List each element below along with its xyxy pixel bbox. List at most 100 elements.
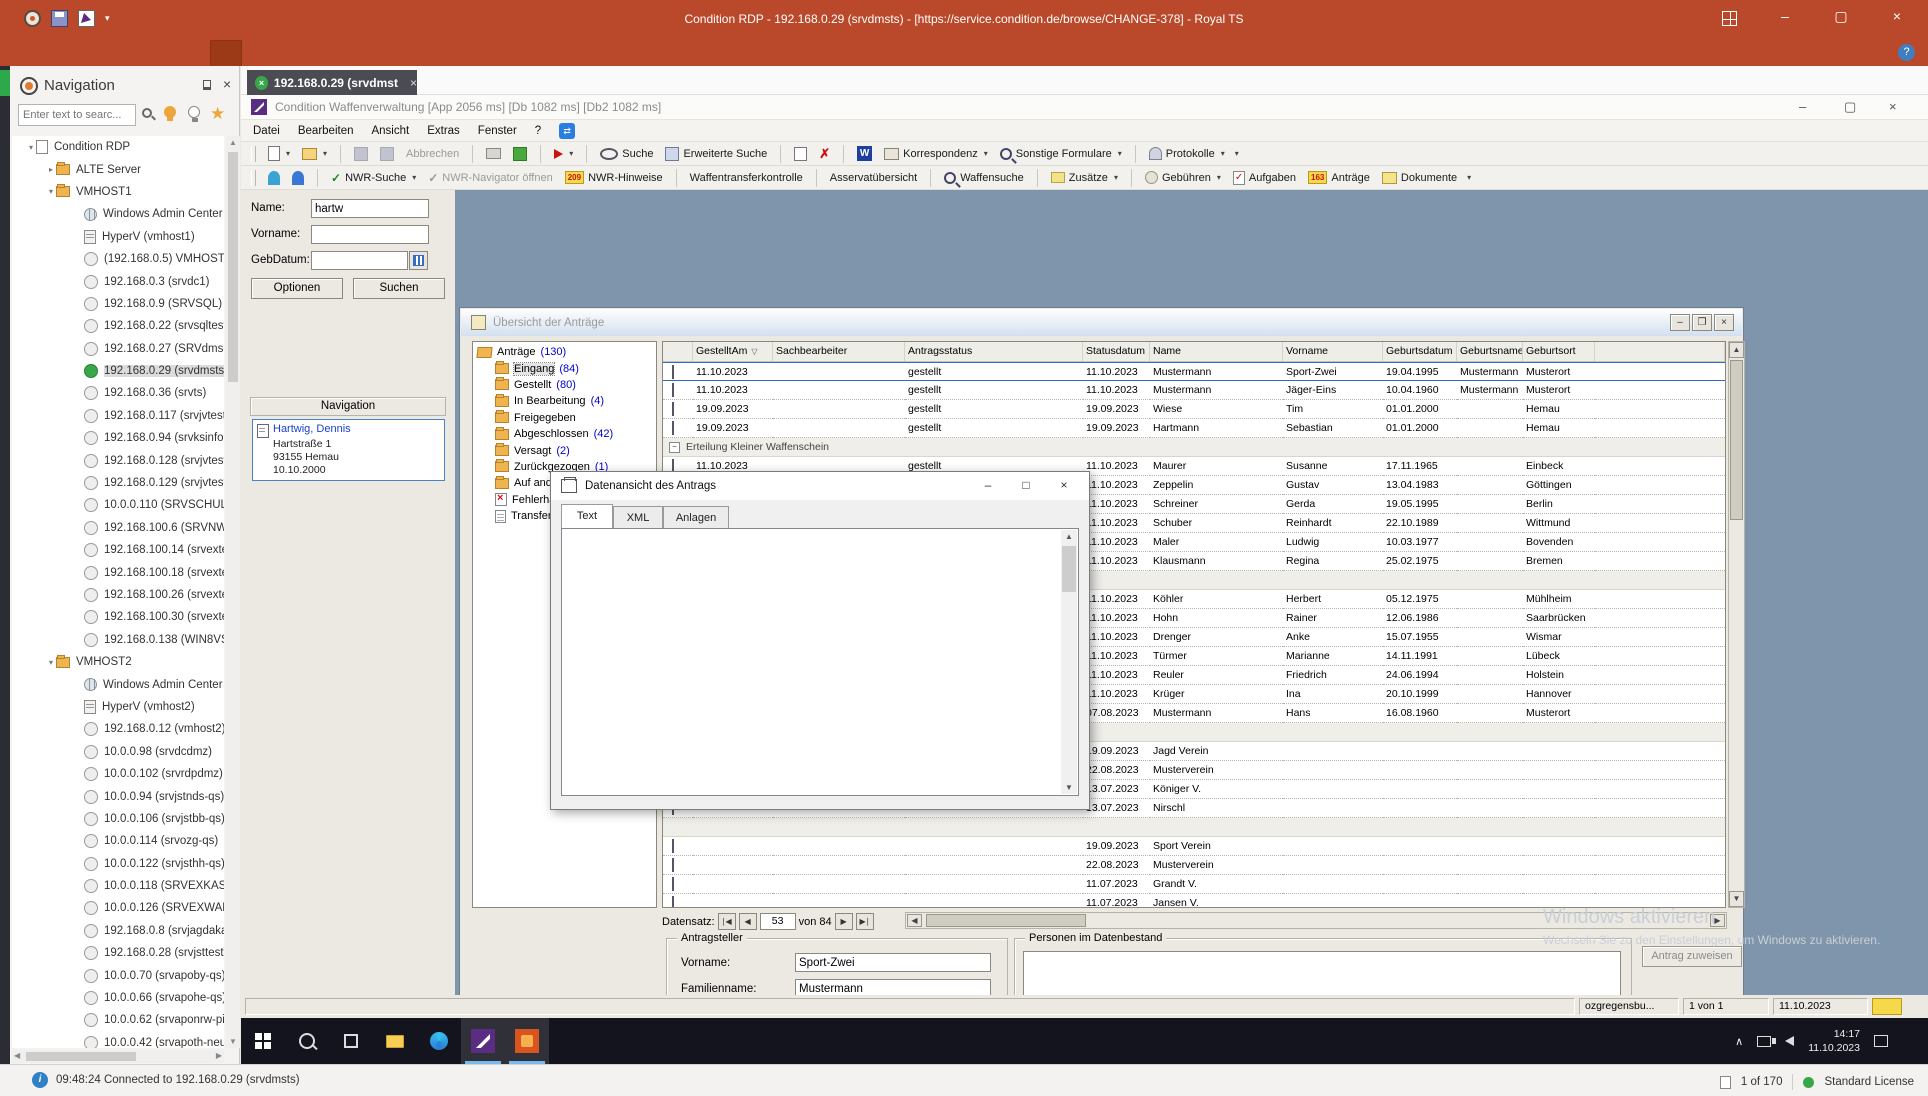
scroll-down-icon[interactable]: ▼ [1729, 891, 1744, 907]
server-tree-item[interactable]: (192.168.0.5) VMHOST1 [12, 248, 224, 270]
flag-button[interactable]: ▾ [550, 147, 577, 161]
toolbar-overflow-icon[interactable]: ▾ [1467, 173, 1471, 182]
server-tree-item[interactable]: 10.0.0.126 (SRVEXWAFFE) [12, 897, 224, 919]
server-tree-item[interactable]: 10.0.0.94 (srvjstnds-qs) [12, 785, 224, 807]
tray-expand-icon[interactable]: ∧ [1735, 1035, 1743, 1048]
last-record-button[interactable]: ▶∣ [856, 913, 874, 930]
app-minimize-button[interactable]: – [1799, 99, 1806, 114]
nwr-suche-button[interactable]: ✓NWR-Suche▾ [327, 169, 420, 187]
scroll-left-icon[interactable]: ◀ [14, 1051, 20, 1060]
person-button[interactable] [288, 169, 308, 187]
waffenverwaltung-app-icon[interactable] [461, 1018, 505, 1064]
task-view-icon[interactable] [329, 1018, 373, 1064]
name-input[interactable] [311, 199, 429, 218]
pin-icon[interactable] [203, 80, 211, 90]
scroll-right-icon[interactable]: ▶ [216, 1051, 222, 1060]
table-vertical-scrollbar[interactable]: ▲ ▼ [1728, 341, 1745, 908]
ribbon-tab[interactable] [120, 40, 150, 66]
table-row[interactable]: 19.09.2023 gestellt 19.09.2023 Wiese Tim… [663, 400, 1725, 419]
server-tree-item[interactable]: 192.168.0.94 (srvksinfoma [12, 427, 224, 449]
scroll-left-icon[interactable]: ◀ [907, 914, 922, 927]
panel-close-icon[interactable]: × [223, 76, 231, 92]
edge-browser-icon[interactable] [417, 1018, 461, 1064]
person-headset-button[interactable] [264, 169, 284, 187]
server-tree-item[interactable]: 10.0.0.110 (SRVSCHULUNG [12, 494, 224, 516]
word-button[interactable]: W [853, 144, 876, 163]
server-tree-item[interactable]: ▸ ALTE Server [12, 158, 224, 180]
optionen-button[interactable]: Optionen [251, 278, 343, 299]
dialog-maximize-button[interactable]: □ [1007, 472, 1045, 500]
server-tree-item[interactable]: 192.168.100.30 (srvextest0 [12, 606, 224, 628]
table-row[interactable]: 22.08.2023 Musterverein [663, 856, 1725, 875]
scroll-up-icon[interactable]: ▲ [226, 138, 240, 147]
delete-button[interactable]: ✗ [815, 144, 834, 164]
dialog-minimize-button[interactable]: – [969, 472, 1007, 500]
asservatuebersicht-button[interactable]: Asservatübersicht [826, 170, 921, 186]
server-tree-item[interactable]: 192.168.100.14 (srvextest0 [12, 539, 224, 561]
ribbon-tab[interactable] [180, 40, 210, 66]
menu-datei[interactable]: Datei [253, 125, 280, 137]
server-tree-item[interactable]: 10.0.0.98 (srvdcdmz) [12, 741, 224, 763]
korrespondenz-button[interactable]: Korrespondenz▾ [880, 146, 992, 162]
display-options-icon[interactable] [1722, 11, 1737, 26]
dialog-titlebar[interactable]: Datenansicht des Antrags – □ × [551, 472, 1089, 500]
server-tree-item[interactable]: 192.168.0.3 (srvdc1) [12, 270, 224, 292]
dialog-close-button[interactable]: × [1045, 472, 1083, 500]
server-tree-item[interactable]: 192.168.0.128 (srvjvtestpro [12, 449, 224, 471]
nwr-navigator-button[interactable]: ✓NWR-Navigator öffnen [424, 169, 557, 187]
server-tree-item[interactable]: 10.0.0.70 (srvapoby-qs) [12, 964, 224, 986]
prev-record-button[interactable]: ◀ [739, 913, 757, 930]
app-close-button[interactable]: × [1889, 99, 1897, 114]
new-button[interactable]: ▾ [264, 144, 294, 163]
server-tree-item[interactable]: 10.0.0.106 (srvjstbb-qs) [12, 808, 224, 830]
suchen-button[interactable]: Suchen [353, 278, 445, 299]
zusaetze-button[interactable]: Zusätze▾ [1047, 170, 1122, 186]
server-tree-item[interactable]: 10.0.0.122 (srvjsthh-qs) [12, 853, 224, 875]
search-input[interactable] [18, 104, 136, 126]
table-group-row[interactable]: − [663, 818, 1725, 837]
antrag-zuweisen-button[interactable]: Antrag zuweisen [1642, 946, 1742, 967]
server-tree-item[interactable]: 192.168.0.29 (srvdmsts) [12, 360, 224, 382]
ribbon-tab[interactable] [30, 40, 60, 66]
help-button[interactable]: ? [1898, 44, 1915, 61]
server-tree-item[interactable]: Windows Admin Center V [12, 203, 224, 225]
vorname-input[interactable] [311, 225, 429, 244]
server-tree-item[interactable]: ▾ Condition RDP [12, 136, 224, 158]
person-name[interactable]: Hartwig, Dennis [273, 423, 351, 435]
server-tree-item[interactable]: Windows Admin Center V [12, 673, 224, 695]
server-tree-item[interactable]: 10.0.0.66 (srvapohe-qs) [12, 987, 224, 1009]
server-tree-item[interactable]: 10.0.0.62 (srvaponrw-pilot [12, 1009, 224, 1031]
server-tree-item[interactable]: 10.0.0.102 (srvrdpdmz) [12, 763, 224, 785]
table-row[interactable]: 19.09.2023 gestellt 19.09.2023 Hartmann … [663, 419, 1725, 438]
collapse-icon[interactable]: − [669, 442, 680, 453]
record-number[interactable]: 53 [760, 913, 796, 930]
tab-xml[interactable]: XML [613, 506, 663, 528]
tab-anlagen[interactable]: Anlagen [663, 506, 729, 528]
child-minimize-button[interactable]: – [1670, 314, 1690, 331]
antragsteller-vorname-input[interactable] [795, 953, 991, 972]
erweiterte-suche-button[interactable]: Erweiterte Suche [661, 145, 771, 163]
tab-text[interactable]: Text [561, 504, 613, 529]
sonstige-formulare-button[interactable]: Sonstige Formulare▾ [996, 146, 1126, 162]
table-row[interactable]: 11.10.2023 gestellt 11.10.2023 Musterman… [663, 362, 1725, 381]
server-tree-item[interactable]: 10.0.0.118 (SRVEXKASSE) [12, 875, 224, 897]
favorites-star-icon[interactable]: ★ [210, 104, 225, 124]
dialog-vertical-scrollbar[interactable]: ▲ ▼ [1061, 530, 1077, 794]
expander-icon[interactable]: ▾ [26, 143, 36, 152]
file-explorer-icon[interactable] [373, 1018, 417, 1064]
table-row[interactable]: 11.10.2023 gestellt 11.10.2023 Musterman… [663, 381, 1725, 400]
orange-app-icon[interactable] [505, 1018, 549, 1064]
bulb-off-icon[interactable] [188, 106, 200, 118]
bulb-on-icon[interactable] [164, 106, 176, 118]
table-row[interactable]: 11.07.2023 Grandt V. [663, 875, 1725, 894]
volume-icon[interactable] [1785, 1036, 1794, 1046]
expander-icon[interactable]: ▾ [46, 187, 56, 196]
expander-icon[interactable]: ▸ [46, 165, 56, 174]
menu-fenster[interactable]: Fenster [478, 125, 517, 137]
table-group-row[interactable]: − Erteilung Kleiner Waffenschein [663, 438, 1725, 457]
child-close-button[interactable]: × [1714, 314, 1734, 331]
server-tree-item[interactable]: 192.168.0.27 (SRVdmsenai [12, 338, 224, 360]
aufgaben-button[interactable]: Aufgaben [1229, 169, 1300, 187]
server-tree-item[interactable]: 192.168.100.6 (SRVNWRFL [12, 517, 224, 539]
save-all-button[interactable] [376, 145, 398, 163]
